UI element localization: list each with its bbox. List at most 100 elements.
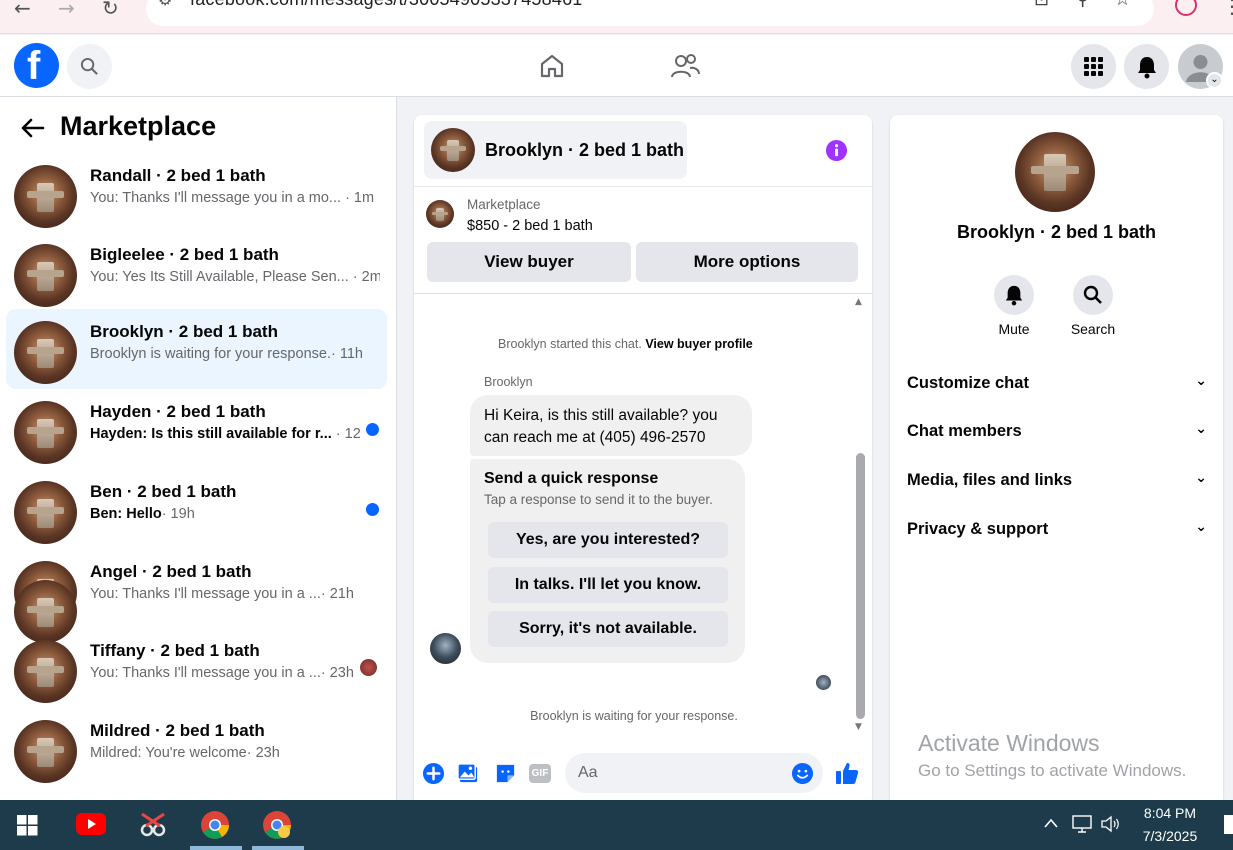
media-files-links-section[interactable]: Media, files and links ⌄ (907, 470, 1207, 490)
search-button[interactable] (67, 44, 112, 89)
conversation-item-selected[interactable]: Brooklyn · 2 bed 1 bath Brooklyn is wait… (6, 309, 387, 389)
conversation-item[interactable]: Angel · 2 bed 1 bath You: Thanks I'll me… (6, 549, 387, 643)
plus-icon[interactable] (422, 762, 445, 785)
search-chat-button[interactable] (1073, 275, 1113, 315)
search-label: Search (1070, 321, 1116, 337)
view-buyer-profile-link[interactable]: View buyer profile (645, 337, 752, 351)
install-icon[interactable]: ⊡ (1034, 0, 1049, 10)
back-arrow-icon[interactable]: ← (14, 0, 31, 20)
chevron-up-icon[interactable] (1043, 817, 1059, 829)
volume-icon[interactable] (1100, 814, 1122, 834)
view-buyer-button[interactable]: View buyer (427, 242, 631, 282)
conversation-time: · 23h (320, 665, 354, 681)
clock-time[interactable]: 8:04 PM (1130, 805, 1210, 821)
account-avatar[interactable]: ⌄ (1178, 44, 1223, 89)
sender-avatar (430, 633, 461, 664)
avatar (14, 720, 77, 783)
seen-avatar (360, 659, 377, 676)
scroll-up-arrow-icon[interactable]: ▲ (855, 297, 862, 307)
conversation-item[interactable]: Tiffany · 2 bed 1 bath You: Thanks I'll … (6, 628, 387, 708)
chat-members-section[interactable]: Chat members ⌄ (907, 421, 1207, 441)
section-label: Chat members (907, 422, 1022, 440)
zoom-icon[interactable]: ⚲ (1076, 0, 1089, 10)
quick-response-unavailable-button[interactable]: Sorry, it's not available. (488, 611, 728, 647)
friends-icon[interactable] (670, 52, 700, 80)
mute-button[interactable] (994, 275, 1034, 315)
emoji-icon[interactable] (791, 762, 814, 785)
conversation-item[interactable]: Hayden · 2 bed 1 bath Hayden: Is this st… (6, 389, 387, 469)
profile-icon[interactable] (1175, 0, 1197, 16)
scrollbar-thumb[interactable] (856, 453, 865, 719)
home-icon[interactable] (538, 52, 566, 80)
photo-icon[interactable] (457, 762, 480, 785)
quick-response-title: Send a quick response (484, 470, 659, 487)
page-title: Marketplace (60, 111, 217, 141)
profile-avatar (1015, 132, 1095, 212)
chat-title: Brooklyn · 2 bed 1 bath (485, 140, 685, 160)
conversation-name: Ben · 2 bed 1 bath (90, 482, 237, 501)
menu-button[interactable] (1071, 44, 1116, 89)
chevron-down-icon: ⌄ (1195, 470, 1207, 486)
chrome-icon[interactable] (200, 810, 230, 840)
conversation-item[interactable]: Randall · 2 bed 1 bath You: Thanks I'll … (6, 153, 387, 233)
avatar (14, 165, 77, 228)
facebook-logo-icon[interactable]: f (14, 43, 59, 88)
divider (414, 186, 872, 187)
gif-icon[interactable]: GIF (529, 764, 551, 783)
youtube-icon[interactable] (76, 813, 106, 835)
conversation-preview: Ben: Hello (90, 506, 162, 522)
thumbs-up-icon[interactable] (834, 760, 860, 786)
snipping-tool-icon[interactable] (138, 810, 168, 840)
conversation-name: Mildred · 2 bed 1 bath (90, 721, 265, 740)
message-text: Hi Keira, is this still available? you c… (484, 407, 718, 446)
quick-response-yes-button[interactable]: Yes, are you interested? (488, 522, 728, 558)
conversation-time: · 1m (345, 190, 375, 206)
section-label: Media, files and links (907, 471, 1073, 489)
avatar (14, 640, 77, 703)
sticker-icon[interactable] (494, 762, 517, 785)
back-arrow-icon[interactable] (21, 118, 45, 138)
site-settings-icon[interactable]: ⚙ (158, 0, 172, 9)
conversation-name: Tiffany · 2 bed 1 bath (90, 641, 260, 660)
reload-icon[interactable]: ↻ (102, 0, 119, 20)
message-input[interactable]: Aa (565, 753, 823, 793)
bookmark-star-icon[interactable]: ☆ (1114, 0, 1131, 10)
conversation-time: · 19h (161, 506, 195, 522)
conversation-preview: You: Yes Its Still Available, Please Sen… (90, 269, 349, 285)
chat-started-text: Brooklyn started this chat. (498, 337, 642, 351)
listing-title: $850 - 2 bed 1 bath (467, 218, 593, 234)
search-icon (1083, 285, 1102, 304)
avatar (431, 128, 475, 172)
forward-arrow-icon[interactable]: → (58, 0, 75, 20)
mute-label: Mute (998, 321, 1030, 337)
notifications-button[interactable] (1124, 44, 1169, 89)
more-options-button[interactable]: More options (636, 242, 858, 282)
conversation-item[interactable]: Bigleelee · 2 bed 1 bath You: Yes Its St… (6, 232, 387, 312)
scroll-down-arrow-icon[interactable]: ▼ (855, 722, 862, 732)
info-icon[interactable] (825, 139, 848, 162)
profile-name: Brooklyn · 2 bed 1 bath (956, 222, 1157, 242)
notification-center-icon[interactable] (1224, 815, 1233, 834)
active-app-indicator (190, 846, 242, 850)
menu-dots-icon[interactable]: ⋮ (1222, 0, 1233, 18)
section-label: Customize chat (907, 374, 1029, 392)
message-bubble: Hi Keira, is this still available? you c… (470, 395, 752, 456)
clock-date[interactable]: 7/3/2025 (1130, 828, 1210, 844)
chat-header[interactable]: Brooklyn · 2 bed 1 bath (424, 121, 687, 179)
scrollbar[interactable]: ▲ ▼ (854, 297, 868, 737)
network-icon[interactable] (1071, 814, 1093, 834)
conversation-item[interactable]: Mildred · 2 bed 1 bath Mildred: You're w… (6, 708, 387, 788)
address-bar[interactable]: ⚙ facebook.com/messages/t/30054905337458… (146, 0, 1154, 26)
conversation-preview: Brooklyn is waiting for your response. (90, 346, 331, 362)
chat-info-pane: Brooklyn · 2 bed 1 bath Mute Search Cust… (890, 115, 1223, 800)
conversation-item[interactable]: Ben · 2 bed 1 bath Ben: Hello· 19h (6, 469, 387, 549)
privacy-support-section[interactable]: Privacy & support ⌄ (907, 519, 1207, 539)
chrome-profile-icon[interactable] (262, 810, 292, 840)
customize-chat-section[interactable]: Customize chat ⌄ (907, 373, 1207, 393)
windows-start-icon[interactable] (17, 815, 38, 836)
conversation-preview: You: Thanks I'll message you in a ... (90, 665, 321, 681)
browser-toolbar: ← → ↻ ⚙ facebook.com/messages/t/30054905… (0, 0, 1233, 34)
quick-response-talks-button[interactable]: In talks. I'll let you know. (488, 567, 728, 603)
listing-source: Marketplace (467, 197, 541, 212)
conversation-name: Randall · 2 bed 1 bath (90, 166, 266, 185)
